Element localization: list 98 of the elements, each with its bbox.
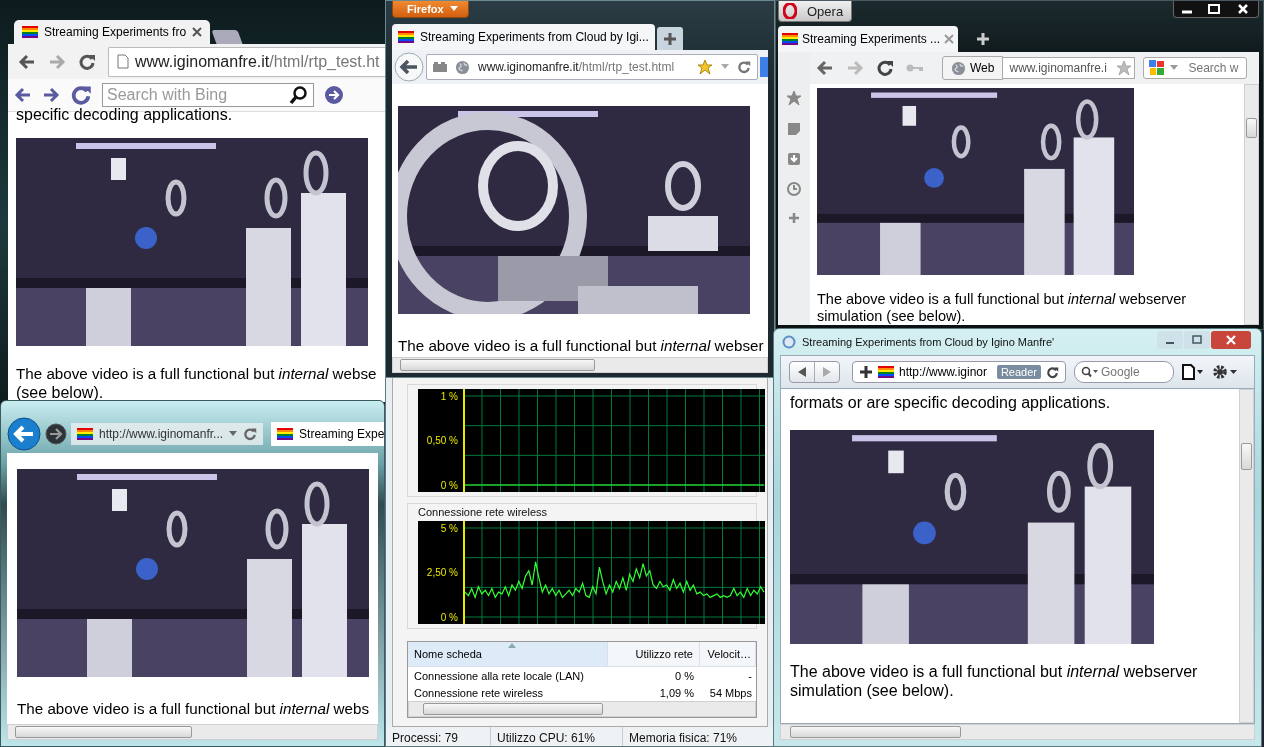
column-header[interactable]: Velocit…: [700, 642, 756, 666]
horizontal-scrollbar[interactable]: [408, 701, 756, 717]
paragraph: formats or are specific decoding applications.: [790, 393, 1112, 412]
forward-icon[interactable]: [42, 86, 60, 105]
paragraph: (see below).: [16, 383, 105, 402]
vertical-scrollbar[interactable]: [1239, 389, 1254, 723]
table-cell-text: Connessione alla rete locale (LAN): [413, 669, 585, 682]
bookmarks-icon[interactable]: [786, 90, 802, 106]
address-bar[interactable]: http://www.iginor Reader: [852, 361, 1066, 383]
search-engine-icon: [1148, 59, 1167, 77]
download-icon[interactable]: [787, 152, 801, 166]
close-icon[interactable]: [192, 26, 203, 37]
paragraph: The above video is a full functional but internal webserver simulation (see below).: [817, 291, 1188, 325]
paragraph: The above video is a full functional but internal webs: [17, 699, 370, 718]
settings-icon[interactable]: [1212, 363, 1238, 381]
back-icon: [798, 367, 806, 377]
caret-icon[interactable]: [229, 431, 238, 437]
column-header[interactable]: Utilizzo rete: [608, 642, 700, 666]
search-field[interactable]: Search with Bing: [102, 83, 314, 108]
back-button[interactable]: [7, 417, 41, 451]
reload-icon[interactable]: [1046, 365, 1059, 379]
paragraph: The above video is a full functional but internal webse: [16, 364, 377, 383]
search-field[interactable]: Google: [1074, 361, 1174, 383]
axis-tick-label: 0 %: [440, 611, 458, 623]
axis-tick-label: 1 %: [440, 390, 458, 402]
new-tab-button[interactable]: [656, 27, 683, 50]
opera-menu-button[interactable]: Opera: [778, 1, 853, 22]
browser-tab[interactable]: Streaming Expe: [271, 422, 384, 446]
paragraph: The above video is a full functional but internal webserver simulation (see below).: [790, 662, 1199, 700]
table-cell-text: 1,09 %: [658, 686, 695, 699]
reload-icon[interactable]: [876, 59, 894, 77]
browser-tab[interactable]: Streaming Experiments from Cloud by Igi...: [392, 24, 655, 50]
horizontal-scrollbar[interactable]: [392, 357, 768, 373]
horizontal-scrollbar[interactable]: [780, 724, 1255, 740]
opera-logo-icon: [783, 3, 797, 19]
back-icon[interactable]: [816, 59, 834, 77]
globe-icon: [455, 59, 470, 75]
sort-arrow-icon: [508, 643, 516, 648]
address-bar[interactable]: www.iginomanfre.it/html/rtp_test.html: [426, 54, 758, 80]
forward-button[interactable]: [45, 423, 67, 445]
caret-icon[interactable]: [449, 6, 458, 12]
browser-tab[interactable]: Streaming Experiments fro: [14, 19, 211, 44]
search-icon[interactable]: [289, 85, 309, 106]
table-cell-text: 54 Mbps: [708, 686, 753, 699]
notes-icon[interactable]: [787, 122, 801, 136]
clock-icon[interactable]: [787, 182, 801, 196]
new-tab-button[interactable]: [211, 29, 243, 44]
address-bar[interactable]: http://www.iginomanfr...: [71, 423, 264, 445]
flag-icon: [782, 33, 798, 45]
back-button[interactable]: [394, 52, 424, 82]
globe-icon: [951, 60, 966, 76]
column-header[interactable]: Nome scheda: [408, 642, 608, 666]
address-bar[interactable]: www.iginomanfre.i: [1003, 57, 1136, 79]
browser-tab[interactable]: Streaming Experiments ...: [778, 26, 959, 52]
reload-icon[interactable]: [70, 84, 92, 107]
bookmarks-icon: [433, 62, 447, 72]
page-menu-icon[interactable]: [1182, 364, 1204, 380]
table-cell-text: Connessione rete wireless: [413, 686, 544, 699]
vertical-scrollbar[interactable]: [1244, 84, 1259, 325]
horizontal-scrollbar[interactable]: [7, 724, 378, 740]
axis-tick-label: 0 %: [440, 479, 458, 491]
reload-icon[interactable]: [243, 427, 258, 441]
address-bar[interactable]: www.iginomanfre.it/html/rtp_test.ht: [108, 46, 385, 77]
bookmark-star-icon[interactable]: [1116, 60, 1133, 76]
minimize-button[interactable]: [1157, 331, 1183, 349]
search-field[interactable]: Search w: [1143, 57, 1248, 79]
safari-compass-icon: [782, 335, 796, 349]
forward-icon: [823, 367, 831, 377]
page-icon: [117, 54, 129, 69]
paragraph: specific decoding applications.: [16, 105, 234, 124]
window-title: Streaming Experiments from Cloud by Igino Manfre': [802, 336, 1055, 348]
paragraph: The above video is a full functional but internal webser: [398, 336, 764, 355]
caret-icon[interactable]: [1170, 65, 1179, 71]
search-engine-button[interactable]: Web: [942, 56, 1004, 80]
new-tab-icon[interactable]: [859, 365, 873, 379]
add-icon[interactable]: [788, 212, 800, 224]
url-text: www.iginomanfre.it/html/rtp_test.ht: [135, 52, 380, 71]
table-cell-text: 0 %: [674, 669, 695, 682]
flag-icon: [77, 428, 93, 440]
axis-tick-label: 2,50 %: [426, 567, 458, 578]
flag-icon: [878, 366, 894, 378]
bookmark-star-icon[interactable]: [697, 59, 713, 75]
flag-icon: [22, 25, 38, 38]
graph-title: Connessione rete wireless: [418, 506, 548, 518]
axis-tick-label: 0,50 %: [426, 435, 458, 446]
back-icon[interactable]: [14, 86, 32, 105]
search-icon: [1081, 366, 1099, 378]
go-icon[interactable]: [324, 85, 344, 106]
table-cell-text: -: [747, 669, 753, 682]
url-text: www.iginomanfre.it/html/rtp_test.html: [478, 60, 676, 74]
axis-tick-label: 5 %: [440, 522, 458, 534]
flag-icon: [398, 31, 414, 43]
status-text: Utilizzo CPU: 61%: [491, 727, 623, 746]
reload-icon[interactable]: [737, 60, 751, 74]
reload-icon[interactable]: [78, 52, 96, 71]
status-text: Processi: 79: [386, 727, 491, 746]
back-icon[interactable]: [18, 52, 36, 71]
flag-icon: [277, 428, 294, 440]
